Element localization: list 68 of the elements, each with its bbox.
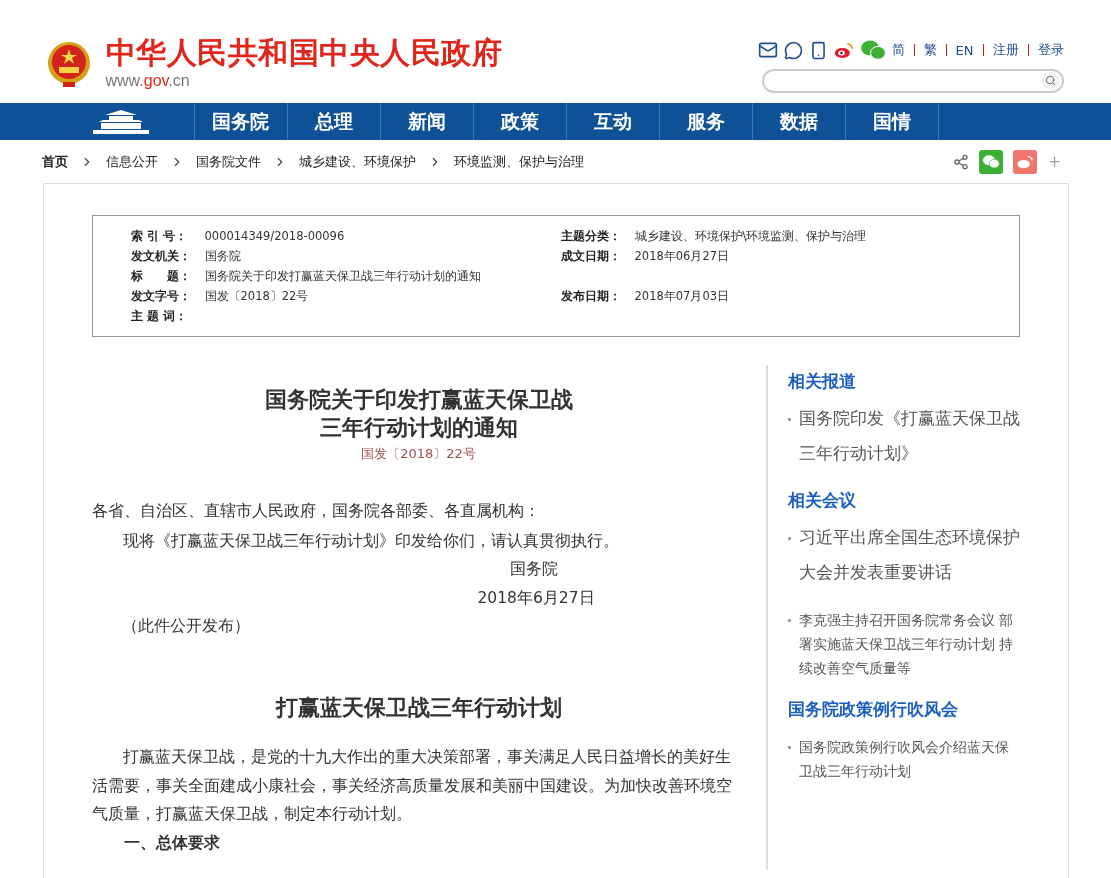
info-label: 主题分类： xyxy=(560,228,622,244)
share-icon[interactable] xyxy=(952,153,969,170)
language-link[interactable]: 繁 xyxy=(923,41,937,60)
plus-icon[interactable] xyxy=(1046,154,1062,169)
nav-item[interactable]: 国务院 xyxy=(194,103,288,140)
breadcrumb-link[interactable]: 国务院文件 xyxy=(195,152,261,171)
section-heading: 一、总体要求 xyxy=(122,832,221,854)
info-label: 索 引 号： xyxy=(130,228,188,244)
info-label: 发文机关： xyxy=(130,248,192,264)
paragraph: 2018年6月27日 xyxy=(476,587,596,609)
search-icon[interactable] xyxy=(1041,71,1060,90)
site-title: 中华人民共和国中央人民政府 xyxy=(105,36,502,70)
info-value: 城乡建设、环境保护\环境监测、保护与治理 xyxy=(634,228,867,244)
bullet-icon xyxy=(787,418,791,421)
info-value: 000014349/2018-00096 xyxy=(204,228,345,244)
breadcrumb-link[interactable]: 环境监测、保护与治理 xyxy=(453,152,584,171)
nav-item[interactable]: 国情 xyxy=(845,103,939,140)
building-icon xyxy=(90,108,151,135)
info-label: 标 题： xyxy=(130,268,192,284)
document-number: 国发〔2018〕22号 xyxy=(360,445,477,463)
related-link[interactable]: 李克强主持召开国务院常务会议 部署实施蓝天保卫战三年行动计划 持续改善空气质量等 xyxy=(798,608,1020,680)
account-link[interactable]: 登录 xyxy=(1037,41,1064,60)
nav-item[interactable]: 政策 xyxy=(473,103,567,140)
info-label: 发布日期： xyxy=(560,288,622,304)
sidebar-heading[interactable]: 相关会议 xyxy=(787,489,1020,512)
breadcrumb-link[interactable]: 首页 xyxy=(41,152,68,171)
paragraph: 各省、自治区、直辖市人民政府，国务院各部委、各直属机构： xyxy=(91,501,541,522)
weibo-icon[interactable] xyxy=(833,41,854,59)
info-label: 成文日期： xyxy=(560,248,622,264)
wechat-share-button[interactable] xyxy=(978,149,1003,174)
info-label: 主 题 词： xyxy=(130,308,188,324)
related-link[interactable]: 国务院印发《打赢蓝天保卫战三年行动计划》 xyxy=(798,401,1020,471)
chat-bubble-icon[interactable] xyxy=(783,40,803,60)
weibo-share-button[interactable] xyxy=(1012,149,1037,174)
search-field[interactable] xyxy=(761,68,1064,93)
info-value: 国务院 xyxy=(204,248,241,264)
info-value: 国务院关于印发打赢蓝天保卫战三年行动计划的通知 xyxy=(204,268,481,284)
info-value: 2018年07月03日 xyxy=(634,288,730,304)
bullet-icon xyxy=(787,537,791,540)
nav-item[interactable]: 服务 xyxy=(659,103,753,140)
info-label: 发文字号： xyxy=(130,288,192,304)
sidebar-heading[interactable]: 国务院政策例行吹风会 xyxy=(787,698,1020,721)
nav-item[interactable]: 互动 xyxy=(566,103,660,140)
breadcrumb-link[interactable]: 信息公开 xyxy=(105,152,158,171)
language-link[interactable]: EN xyxy=(955,42,974,58)
nav-item[interactable]: 新闻 xyxy=(380,103,474,140)
nav-item[interactable]: 总理 xyxy=(287,103,381,140)
breadcrumb-link[interactable]: 城乡建设、环境保护 xyxy=(298,152,416,171)
info-value: 国发〔2018〕22号 xyxy=(204,288,309,304)
account-link[interactable]: 注册 xyxy=(992,41,1019,60)
mail-icon[interactable] xyxy=(757,40,778,61)
national-emblem-icon xyxy=(45,40,92,88)
paragraph: 国务院 xyxy=(508,559,559,580)
article-title: 国务院关于印发打赢蓝天保卫战 三年行动计划的通知 xyxy=(263,385,574,441)
paragraph: 现将《打赢蓝天保卫战三年行动计划》印发给你们，请认真贯彻执行。 xyxy=(121,530,620,552)
sidebar-heading[interactable]: 相关报道 xyxy=(787,370,1020,393)
section-title: 打赢蓝天保卫战三年行动计划 xyxy=(274,692,563,721)
nav-item[interactable]: 数据 xyxy=(752,103,846,140)
site-url: www.gov.cn xyxy=(105,71,191,91)
info-value: 2018年06月27日 xyxy=(634,248,730,264)
related-link[interactable]: 国务院政策例行吹风会介绍蓝天保卫战三年行动计划 xyxy=(798,735,1020,783)
language-link[interactable]: 简 xyxy=(891,41,905,60)
bullet-icon xyxy=(787,619,791,622)
wechat-icon[interactable] xyxy=(859,40,886,61)
related-link[interactable]: 习近平出席全国生态环境保护大会并发表重要讲话 xyxy=(798,520,1020,590)
paragraph: （此件公开发布） xyxy=(120,616,251,637)
bullet-icon xyxy=(787,746,791,749)
paragraph: 打赢蓝天保卫战，是党的十九大作出的重大决策部署，事关满足人民日益增长的美好生活需要，事关全面建成小康社会，事关经济高质量发展和美丽中国建设。为加快改善环境空气质量，打赢蓝天保卫战，制定本行动计划。 xyxy=(91,747,733,825)
